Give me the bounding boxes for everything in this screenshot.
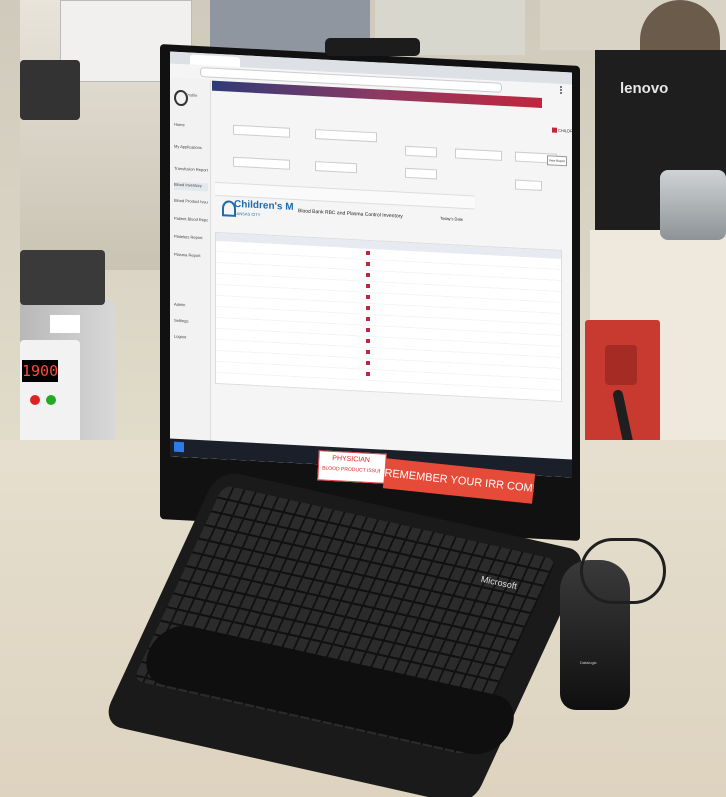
- sidebar-item-platelets-report[interactable]: Platelets Report: [174, 234, 208, 244]
- menu-icon[interactable]: [560, 85, 568, 95]
- photo-scene: 1900 lenovo Profile Home My Applications…: [0, 0, 726, 797]
- sidebar-item-settings[interactable]: Settings: [174, 318, 208, 328]
- view-report-button[interactable]: View Report: [547, 155, 567, 167]
- filter-field[interactable]: [315, 161, 357, 174]
- sidebar-item-patient-blood-report[interactable]: Patient Blood Report: [174, 216, 208, 226]
- sidebar-item-home[interactable]: Home: [174, 122, 208, 132]
- sidebar-item-plasma-report[interactable]: Plasma Report: [174, 252, 208, 262]
- device-display-readout: 1900: [22, 360, 58, 382]
- logo-sub: KANSAS CITY: [234, 210, 261, 218]
- device-button-green: [46, 395, 56, 405]
- sidebar-item-transfusion-reports[interactable]: Transfusion Reports: [174, 166, 208, 176]
- sidebar-item-admin[interactable]: Admin: [174, 302, 208, 312]
- monitor-screen: Profile Home My Applications Transfusion…: [170, 51, 572, 478]
- browser-tab[interactable]: [190, 54, 240, 68]
- right-centrifuge: [660, 170, 726, 240]
- profile-label: Profile: [186, 92, 198, 98]
- sidebar-item-logout[interactable]: Logout: [174, 334, 208, 344]
- outlet-socket: [605, 345, 637, 385]
- sidebar-item-blood-product-issue[interactable]: Blood Product Issue: [174, 198, 208, 208]
- sidebar-nav: Home My Applications Transfusion Reports…: [172, 122, 208, 384]
- filter-field[interactable]: [515, 179, 542, 191]
- table-rows: [216, 240, 561, 401]
- scanner-brand: Datalogic: [580, 660, 597, 665]
- filter-field[interactable]: [405, 167, 437, 180]
- filter-field[interactable]: [233, 156, 290, 170]
- filter-field[interactable]: [233, 124, 290, 138]
- device-button-red: [30, 395, 40, 405]
- left-device-top: [20, 250, 105, 305]
- sidebar-item-my-applications[interactable]: My Applications: [174, 144, 208, 154]
- header-close-icon[interactable]: [552, 127, 557, 133]
- filter-field[interactable]: [405, 145, 437, 158]
- webcam: [325, 38, 420, 56]
- inventory-table: [215, 231, 562, 403]
- status-dot-column: [366, 250, 370, 381]
- filter-field[interactable]: [315, 129, 377, 143]
- scanner-cable: [580, 538, 666, 604]
- monitor-brand-back: lenovo: [620, 80, 669, 97]
- filter-field[interactable]: [455, 148, 502, 161]
- date-label: Today's Date: [440, 215, 463, 222]
- left-printer: [20, 60, 80, 120]
- start-icon[interactable]: [174, 441, 184, 453]
- device-label-sticker: [50, 315, 80, 333]
- sidebar-item-blood-inventory[interactable]: Blood Inventory: [174, 181, 208, 192]
